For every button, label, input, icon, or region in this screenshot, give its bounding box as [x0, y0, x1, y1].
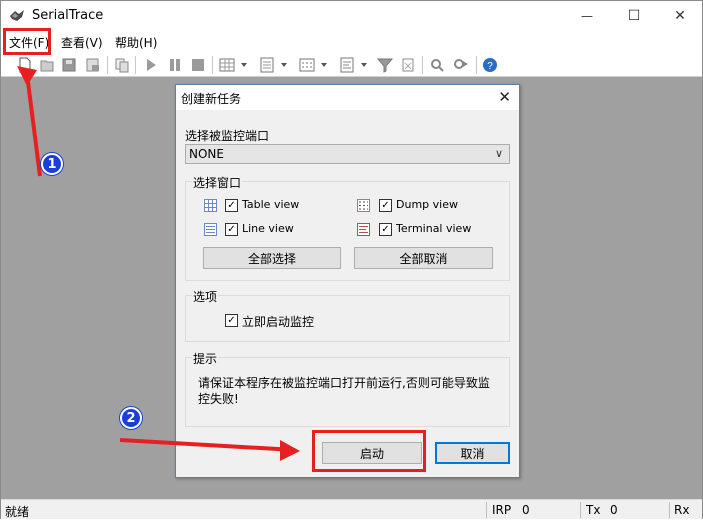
step-badge-1: 1	[41, 153, 63, 175]
arrow-2-head	[280, 440, 300, 461]
step-badge-2: 2	[120, 407, 142, 429]
arrow-1-head	[17, 66, 37, 86]
arrow-2	[119, 438, 296, 452]
annotation-arrows	[17, 66, 300, 461]
arrow-1	[25, 73, 42, 177]
